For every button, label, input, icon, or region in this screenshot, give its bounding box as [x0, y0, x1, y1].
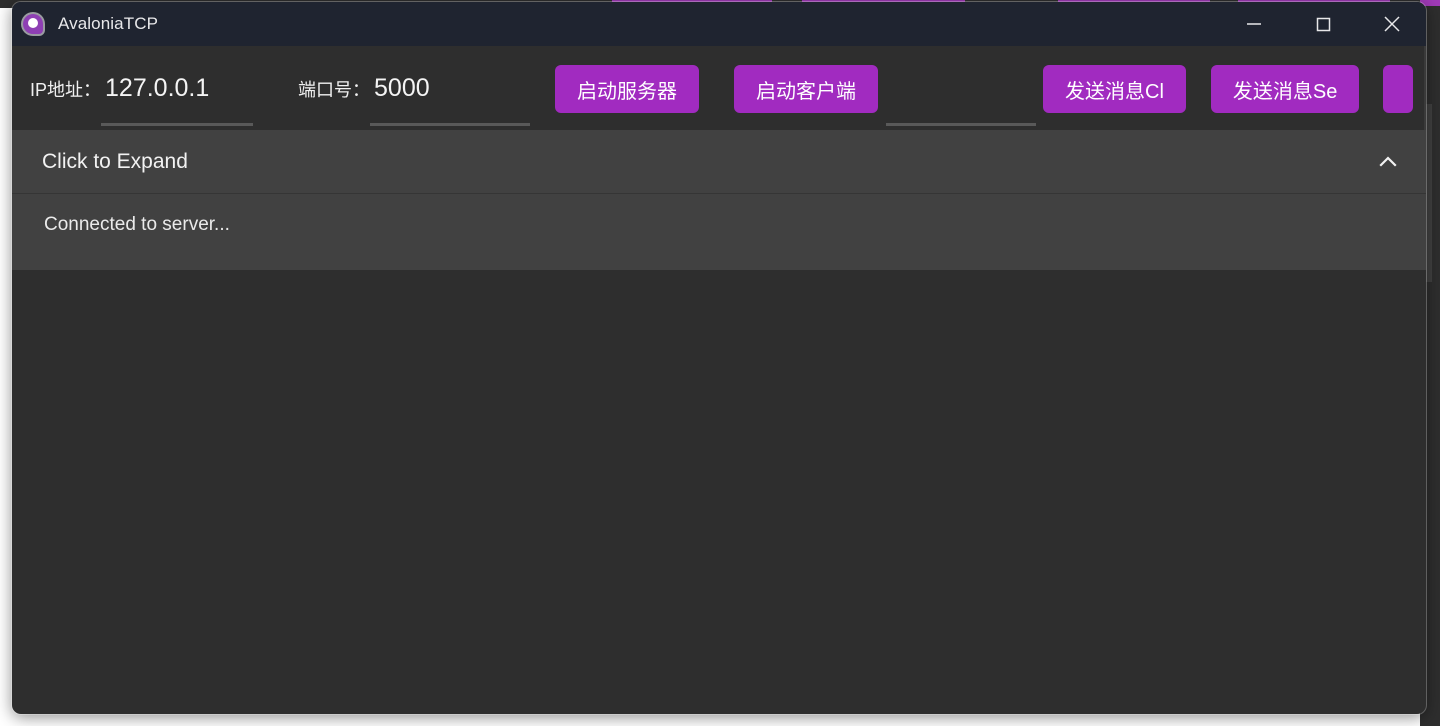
start-client-button[interactable]: 启动客户端: [734, 65, 879, 113]
toolbar: IP地址： 127.0.0.1 端口号： 5000 启动服务器 启动客户端 发送…: [12, 46, 1426, 130]
send-message-client-button[interactable]: 发送消息Cl: [1043, 65, 1186, 113]
ip-address-value: 127.0.0.1: [105, 74, 210, 102]
port-label: 端口号：: [298, 80, 371, 100]
send-message-server-button[interactable]: 发送消息Se: [1210, 65, 1360, 113]
close-button[interactable]: [1357, 2, 1426, 46]
close-icon: [1383, 16, 1400, 32]
ip-address-underline: [101, 123, 254, 126]
desktop-background: AvaloniaTCP IP地址： 127.0.0.1 端口号： 5000 启动…: [0, 0, 1440, 726]
expander-content: Connected to server...: [12, 194, 1426, 270]
expander-header[interactable]: Click to Expand: [12, 130, 1426, 194]
minimize-button[interactable]: [1219, 2, 1288, 46]
connection-status-message: Connected to server...: [44, 214, 230, 235]
toolbar-scroll-edge: [1424, 46, 1426, 130]
minimize-icon: [1246, 23, 1261, 25]
ip-address-input[interactable]: 127.0.0.1: [101, 46, 254, 130]
expander-title: Click to Expand: [42, 149, 188, 173]
maximize-button[interactable]: [1288, 2, 1357, 46]
start-server-button[interactable]: 启动服务器: [555, 65, 700, 113]
window-title: AvaloniaTCP: [58, 14, 159, 33]
port-value: 5000: [374, 74, 430, 102]
maximize-icon: [1316, 17, 1330, 32]
port-underline: [370, 123, 531, 126]
window-controls: [1219, 2, 1426, 46]
log-expander: Click to Expand Connected to server...: [12, 130, 1426, 270]
ip-address-label: IP地址：: [30, 80, 102, 100]
toolbar-underline-third: [886, 123, 1037, 126]
application-window: AvaloniaTCP IP地址： 127.0.0.1 端口号： 5000 启动…: [12, 2, 1426, 714]
port-input[interactable]: 5000: [370, 46, 531, 130]
chevron-up-icon[interactable]: [1372, 146, 1404, 178]
overflow-button[interactable]: [1383, 65, 1414, 113]
avalonia-logo-icon: [20, 11, 46, 37]
port-field-group: 端口号： 5000: [298, 46, 531, 130]
ip-address-field-group: IP地址： 127.0.0.1: [30, 46, 254, 130]
main-content-area: [12, 270, 1426, 702]
title-bar[interactable]: AvaloniaTCP: [12, 2, 1426, 46]
